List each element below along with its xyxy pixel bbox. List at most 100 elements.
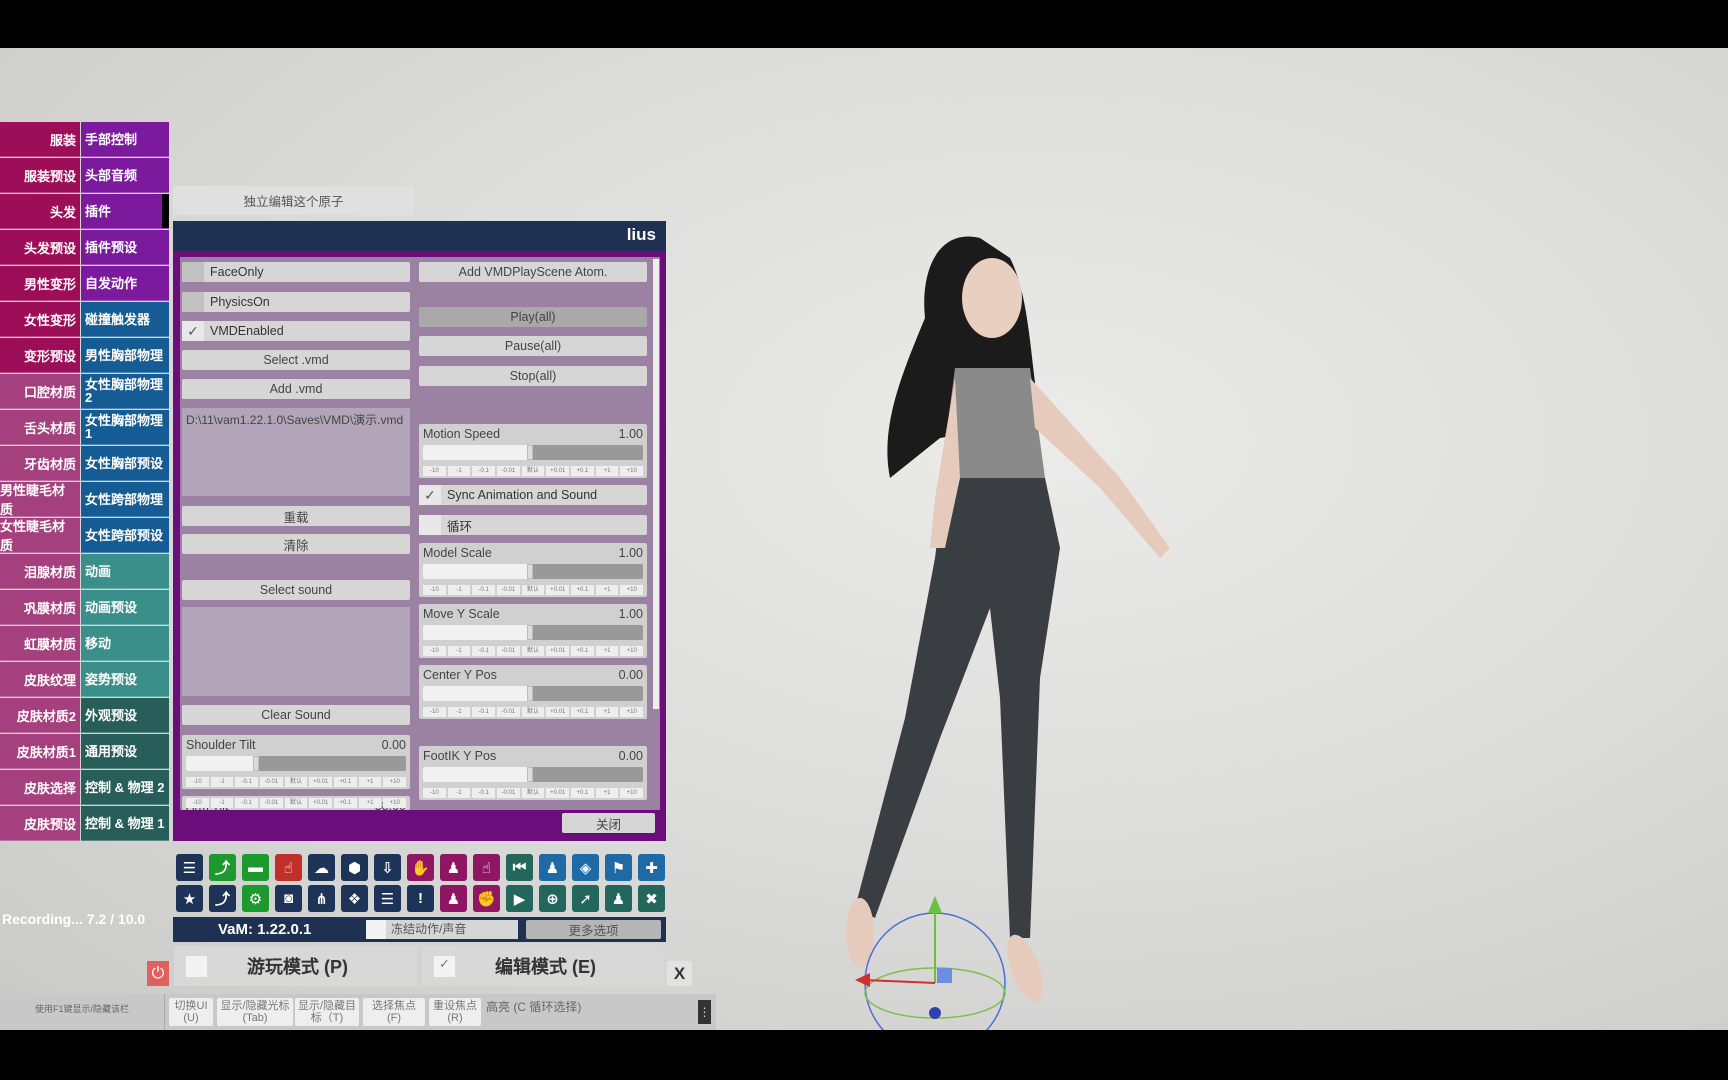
hand-icon[interactable]: ✋	[407, 854, 434, 881]
cursor-icon[interactable]: ➚	[572, 885, 599, 912]
step-button[interactable]: +0.01	[309, 798, 333, 808]
step-button[interactable]: +1	[358, 777, 382, 787]
step-button[interactable]: -0.1	[472, 707, 496, 717]
sidebar-item[interactable]: 服装预设	[0, 158, 80, 193]
step-button[interactable]: -0.1	[472, 646, 496, 656]
step-button[interactable]: -0.01	[497, 707, 520, 717]
step-button[interactable]: -1	[210, 777, 234, 787]
step-button[interactable]: -10	[423, 646, 446, 656]
skip-back-icon[interactable]: ⏮	[506, 854, 533, 881]
sidebar-item[interactable]: 女性跨部预设	[81, 518, 169, 553]
sidebar-item[interactable]: 控制 & 物理 2	[81, 770, 169, 805]
step-button[interactable]: -0.1	[472, 585, 496, 595]
sidebar-item[interactable]: 女性跨部物理	[81, 482, 169, 517]
panel-scrollbar[interactable]	[653, 259, 659, 709]
step-button[interactable]: -10	[423, 788, 446, 798]
step-button[interactable]: +10	[620, 466, 644, 476]
step-button[interactable]: +10	[620, 585, 644, 595]
unity-icon[interactable]: ◈	[572, 854, 599, 881]
dropbox-icon[interactable]: ❖	[341, 885, 368, 912]
checkbox[interactable]	[182, 292, 204, 312]
grab-hand-icon[interactable]: ✊	[473, 885, 500, 912]
alert-icon[interactable]: !	[407, 885, 434, 912]
step-button[interactable]: -10	[423, 707, 446, 717]
checkbox[interactable]	[366, 920, 386, 939]
sidebar-item[interactable]: 插件	[81, 194, 169, 229]
clear-sound-button[interactable]: Clear Sound	[182, 705, 410, 725]
step-button[interactable]: 默认	[521, 646, 545, 656]
camera-icon[interactable]: ◙	[275, 885, 302, 912]
bottom-shortcut-button[interactable]: 重设焦点 (R)	[429, 998, 481, 1026]
sidebar-item[interactable]: 男性睫毛材质	[0, 482, 80, 517]
faceonly-toggle[interactable]: FaceOnly	[182, 262, 410, 282]
inbox-download-icon[interactable]: ⇩	[374, 854, 401, 881]
sidebar-item[interactable]: 动画预设	[81, 590, 169, 625]
open-scene-icon[interactable]: ⤴	[209, 854, 236, 881]
package-icon[interactable]: ⬢	[341, 854, 368, 881]
sidebar-item[interactable]: 皮肤选择	[0, 770, 80, 805]
play-all-button[interactable]: Play(all)	[419, 307, 647, 327]
step-button[interactable]: 默认	[521, 788, 545, 798]
sidebar-item[interactable]: 姿势预设	[81, 662, 169, 697]
sidebar-item[interactable]: 插件预设	[81, 230, 169, 265]
slider-handle[interactable]	[252, 756, 259, 771]
model-scale-slider[interactable]: Model Scale 1.00 -10 -1 -0.1 -0.01 默认 +0.01 +0.1…	[419, 543, 647, 597]
step-button[interactable]: +0.1	[334, 798, 357, 808]
sidebar-item[interactable]: 动画	[81, 554, 169, 589]
sidebar-item[interactable]: 虹膜材质	[0, 626, 80, 661]
slider-track[interactable]	[186, 756, 406, 771]
step-button[interactable]: +0.1	[571, 646, 594, 656]
crosshair-icon[interactable]: ⊕	[539, 885, 566, 912]
sidebar-item[interactable]: 皮肤材质2	[0, 698, 80, 733]
sidebar-item[interactable]: 牙齿材质	[0, 446, 80, 481]
pointer-hand-icon[interactable]: ☝	[473, 854, 500, 881]
people-icon[interactable]: ♟	[605, 885, 632, 912]
flag-icon[interactable]: ⚑	[605, 854, 632, 881]
close-ui-x-button[interactable]: X	[667, 961, 692, 986]
step-button[interactable]: +0.1	[334, 777, 357, 787]
step-button[interactable]: +0.01	[546, 646, 570, 656]
step-button[interactable]: -0.01	[497, 585, 520, 595]
remove-person-icon[interactable]: ♟	[440, 885, 467, 912]
bottom-shortcut-button[interactable]: 显示/隐藏光标 (Tab)	[217, 998, 293, 1026]
checkbox[interactable]	[419, 515, 441, 535]
add-vmd-button[interactable]: Add .vmd	[182, 379, 410, 399]
pause-all-button[interactable]: Pause(all)	[419, 336, 647, 356]
step-button[interactable]: -0.1	[235, 798, 259, 808]
step-button[interactable]: +0.1	[571, 707, 594, 717]
sidebar-item[interactable]: 服装	[0, 122, 80, 157]
checkbox[interactable]	[186, 955, 207, 977]
sidebar-item[interactable]: 变形预设	[0, 338, 80, 373]
physicson-toggle[interactable]: PhysicsOn	[182, 292, 410, 312]
sidebar-item[interactable]: 女性胸部预设	[81, 446, 169, 481]
loop-toggle[interactable]: 循环	[419, 515, 647, 535]
step-button[interactable]: -10	[423, 466, 446, 476]
check-icon[interactable]: ✓	[434, 955, 455, 977]
step-button[interactable]: +0.01	[309, 777, 333, 787]
power-icon[interactable]: ⏻	[147, 961, 169, 986]
sidebar-item[interactable]: 女性变形	[0, 302, 80, 337]
sidebar-item[interactable]: 女性睫毛材质	[0, 518, 80, 553]
add-vmdplayscene-atom-button[interactable]: Add VMDPlayScene Atom.	[419, 262, 647, 282]
step-button[interactable]: -0.01	[497, 646, 520, 656]
step-button[interactable]: +10	[620, 788, 644, 798]
menu-icon[interactable]: ☰	[176, 854, 203, 881]
tools-icon[interactable]: ✖	[638, 885, 665, 912]
more-vert-icon[interactable]: ⋮	[698, 1000, 711, 1024]
play-icon[interactable]: ▶	[506, 885, 533, 912]
slider-track[interactable]	[423, 564, 643, 579]
slider-handle[interactable]	[527, 445, 533, 460]
edit-mode-button[interactable]: ✓ 编辑模式 (E)	[422, 946, 663, 986]
step-button[interactable]: +0.1	[571, 585, 594, 595]
step-button[interactable]: -0.1	[472, 788, 496, 798]
edit-atom-independently-button[interactable]: 独立编辑这个原子	[173, 186, 414, 215]
step-button[interactable]: -1	[447, 585, 471, 595]
sidebar-item[interactable]: 男性胸部物理	[81, 338, 169, 373]
step-button[interactable]: -10	[186, 798, 209, 808]
checkbox[interactable]	[182, 262, 204, 282]
slider-track[interactable]	[423, 445, 643, 460]
slider-handle[interactable]	[527, 686, 533, 701]
step-button[interactable]: +0.01	[546, 788, 570, 798]
star-icon[interactable]: ★	[176, 885, 203, 912]
sidebar-item[interactable]: 自发动作	[81, 266, 169, 301]
